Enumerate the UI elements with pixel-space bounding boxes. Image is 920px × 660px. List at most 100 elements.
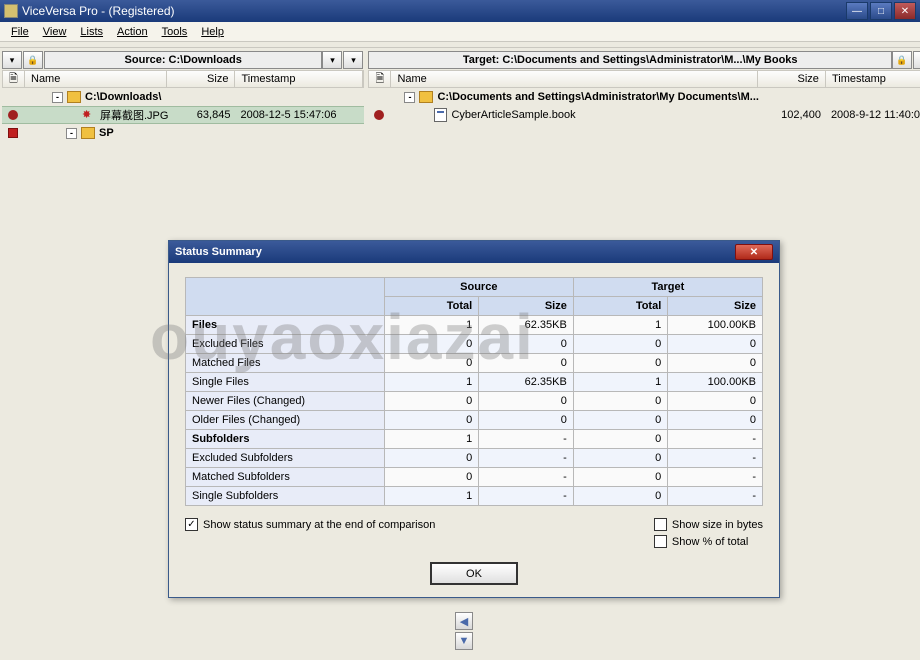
row-value: 0 — [384, 449, 478, 468]
summary-row: Single Files162.35KB1100.00KB — [186, 373, 763, 392]
folder-row[interactable]: -SP — [2, 124, 364, 142]
row-value: 0 — [384, 411, 478, 430]
menu-lists[interactable]: Lists — [73, 24, 110, 40]
row-value: - — [668, 487, 763, 506]
minimize-button[interactable]: — — [846, 2, 868, 20]
expander-icon[interactable]: - — [52, 92, 63, 103]
check-show-summary[interactable]: ✓ Show status summary at the end of comp… — [185, 518, 654, 531]
summary-row: Matched Files0000 — [186, 354, 763, 373]
col-name[interactable]: Name — [25, 71, 167, 87]
ok-button[interactable]: OK — [430, 562, 518, 585]
titlebar: ViceVersa Pro - (Registered) — □ ✕ — [0, 0, 920, 22]
checkbox-icon — [654, 518, 667, 531]
item-timestamp: 2008-9-12 11:40:05 — [827, 109, 920, 121]
target-lock-button[interactable]: 🔒 — [892, 51, 912, 69]
row-label: Files — [186, 316, 385, 335]
folder-row[interactable]: -C:\Documents and Settings\Administrator… — [368, 88, 920, 106]
summary-row: Files162.35KB1100.00KB — [186, 316, 763, 335]
summary-row: Matched Subfolders0-0- — [186, 468, 763, 487]
checkbox-icon: ✓ — [185, 518, 198, 531]
header-source: Source — [384, 278, 573, 297]
menubar: FileViewListsActionToolsHelp — [0, 22, 920, 42]
target-path: Target: C:\Documents and Settings\Admini… — [368, 51, 891, 69]
menu-tools[interactable]: Tools — [155, 24, 195, 40]
menu-file[interactable]: File — [4, 24, 36, 40]
col-timestamp[interactable]: Timestamp — [826, 71, 920, 87]
row-value: 0 — [479, 354, 574, 373]
row-value: - — [479, 468, 574, 487]
summary-row: Single Subfolders1-0- — [186, 487, 763, 506]
row-value: 1 — [384, 430, 478, 449]
menu-action[interactable]: Action — [110, 24, 155, 40]
nav-down-button[interactable]: ▼ — [455, 632, 473, 650]
col-size[interactable]: Size — [758, 71, 826, 87]
row-value: 0 — [573, 411, 667, 430]
image-icon: ✸ — [82, 108, 96, 122]
expander-icon[interactable]: - — [66, 128, 77, 139]
row-value: 0 — [573, 430, 667, 449]
target-list-header: 🗎 Name Size Timestamp — [368, 70, 920, 88]
row-value: 0 — [384, 392, 478, 411]
row-value: - — [479, 487, 574, 506]
row-value: 0 — [479, 335, 574, 354]
col-size[interactable]: Size — [167, 71, 235, 87]
folder-icon — [67, 91, 81, 103]
row-value: 0 — [573, 392, 667, 411]
row-value: 1 — [384, 487, 478, 506]
row-label: Matched Subfolders — [186, 468, 385, 487]
source-opt2-button[interactable]: ▾ — [343, 51, 363, 69]
row-value: 0 — [384, 468, 478, 487]
row-value: 0 — [479, 392, 574, 411]
close-button[interactable]: ✕ — [894, 2, 916, 20]
row-value: 0 — [384, 335, 478, 354]
row-label: Excluded Subfolders — [186, 449, 385, 468]
maximize-button[interactable]: □ — [870, 2, 892, 20]
source-doc-button[interactable]: ▾ — [2, 51, 22, 69]
row-value: 0 — [479, 411, 574, 430]
item-size: 102,400 — [759, 109, 827, 121]
dialog-close-button[interactable]: ✕ — [735, 244, 773, 260]
row-value: 100.00KB — [668, 373, 763, 392]
target-opt1-button[interactable]: ▾ — [913, 51, 920, 69]
row-value: 62.35KB — [479, 316, 574, 335]
folder-icon — [81, 127, 95, 139]
row-value: - — [668, 468, 763, 487]
app-title: ViceVersa Pro - (Registered) — [22, 4, 846, 18]
source-lock-button[interactable]: 🔒 — [23, 51, 43, 69]
col-timestamp[interactable]: Timestamp — [235, 71, 363, 87]
item-size: 63,845 — [168, 109, 236, 121]
row-label: Single Files — [186, 373, 385, 392]
summary-row: Excluded Subfolders0-0- — [186, 449, 763, 468]
menu-help[interactable]: Help — [194, 24, 231, 40]
document-icon — [434, 108, 447, 122]
row-label: Newer Files (Changed) — [186, 392, 385, 411]
check-show-pct[interactable]: Show % of total — [654, 535, 763, 548]
row-value: 0 — [573, 449, 667, 468]
col-name[interactable]: Name — [391, 71, 757, 87]
item-name: C:\Downloads\ — [85, 91, 161, 103]
row-value: 0 — [668, 335, 763, 354]
expander-icon[interactable]: - — [404, 92, 415, 103]
status-square-icon — [8, 128, 18, 138]
status-dot-icon — [374, 110, 384, 120]
row-label: Subfolders — [186, 430, 385, 449]
row-value: - — [479, 430, 574, 449]
check-show-bytes[interactable]: Show size in bytes — [654, 518, 763, 531]
row-value: 0 — [573, 487, 667, 506]
folder-row[interactable]: - C:\Downloads\ — [2, 88, 364, 106]
row-value: 0 — [573, 335, 667, 354]
file-row[interactable]: ✸屏幕截图.JPG63,8452008-12-5 15:47:06 — [2, 106, 364, 124]
item-timestamp: 2008-12-5 15:47:06 — [236, 109, 364, 121]
summary-row: Newer Files (Changed)0000 — [186, 392, 763, 411]
row-value: 0 — [668, 354, 763, 373]
menu-view[interactable]: View — [36, 24, 74, 40]
row-label: Matched Files — [186, 354, 385, 373]
nav-left-button[interactable]: ◀ — [455, 612, 473, 630]
file-row[interactable]: CyberArticleSample.book102,4002008-9-12 … — [368, 106, 920, 124]
row-value: 0 — [668, 392, 763, 411]
folder-icon — [419, 91, 433, 103]
source-opt1-button[interactable]: ▾ — [322, 51, 342, 69]
source-path: Source: C:\Downloads — [44, 51, 322, 69]
row-value: 0 — [573, 468, 667, 487]
row-value: 1 — [384, 373, 478, 392]
